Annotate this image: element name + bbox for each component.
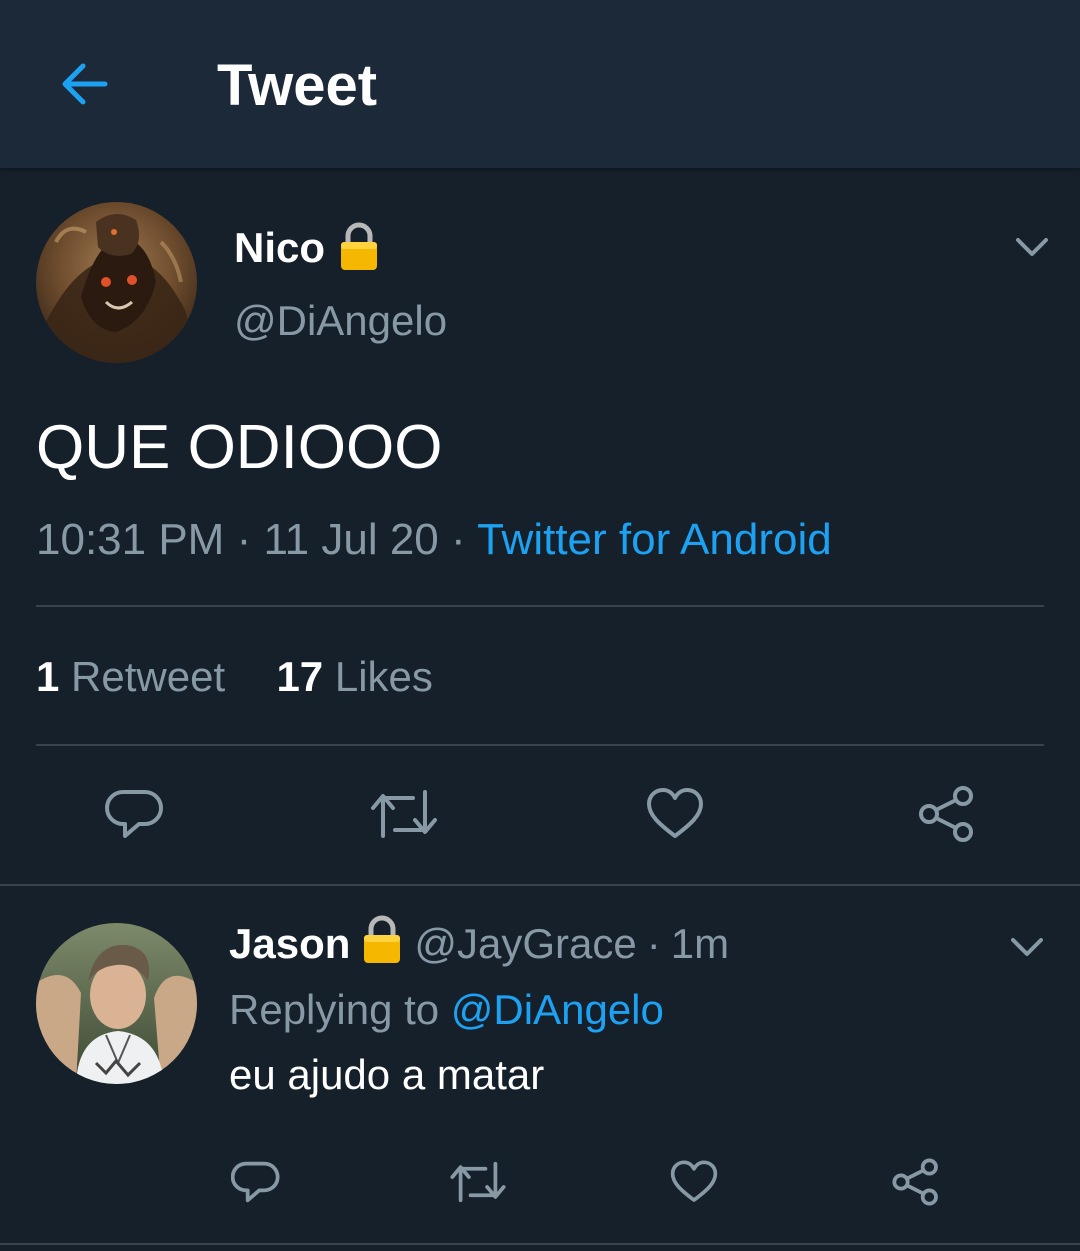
tweet-stats: 1 Retweet 17 Likes — [36, 652, 433, 702]
retweet-icon — [371, 790, 437, 838]
likes-stat[interactable]: 17 Likes — [276, 653, 432, 700]
chevron-down-icon — [1011, 938, 1043, 956]
chevron-down-icon — [1016, 238, 1048, 256]
share-icon — [892, 1158, 938, 1206]
retweet-count: 1 — [36, 653, 60, 700]
author-name-row: Nico — [234, 222, 379, 274]
share-icon — [919, 786, 973, 842]
divider — [0, 1243, 1080, 1245]
retweet-stat[interactable]: 1 Retweet — [36, 653, 237, 700]
page-title: Tweet — [217, 53, 378, 118]
divider — [36, 744, 1044, 746]
author-display-name[interactable]: Nico — [234, 224, 325, 272]
reply-age: 1m — [670, 920, 730, 967]
like-button[interactable] — [640, 782, 710, 846]
replying-to: Replying to @DiAngelo — [229, 985, 664, 1035]
reply-display-name[interactable]: Jason — [229, 920, 350, 968]
reply-button[interactable] — [100, 782, 170, 846]
avatar[interactable] — [36, 923, 197, 1084]
replying-to-link[interactable]: @DiAngelo — [451, 986, 664, 1033]
divider — [0, 884, 1080, 886]
share-button[interactable] — [912, 782, 982, 846]
reply-separator: · — [646, 920, 661, 967]
reply-button[interactable] — [228, 1155, 284, 1209]
replying-to-label: Replying to — [229, 986, 440, 1033]
share-button[interactable] — [888, 1155, 944, 1209]
meta-separator: · — [451, 515, 466, 564]
tweet-time: 10:31 PM — [36, 515, 225, 564]
lock-icon — [362, 913, 402, 975]
avatar[interactable] — [36, 202, 197, 363]
reply-options-button[interactable] — [1005, 925, 1049, 969]
like-label: Likes — [334, 653, 433, 700]
like-count: 17 — [276, 653, 324, 700]
heart-icon — [647, 788, 703, 838]
retweet-button[interactable] — [448, 1155, 508, 1209]
tweet-meta: 10:31 PM · 11 Jul 20 · Twitter for Andro… — [36, 513, 832, 567]
retweet-button[interactable] — [368, 782, 440, 846]
back-button[interactable] — [56, 56, 112, 112]
reply-handle[interactable]: @JayGrace — [414, 920, 636, 968]
retweet-label: Retweet — [71, 653, 226, 700]
retweet-icon — [450, 1161, 506, 1203]
tweet-options-button[interactable] — [1010, 225, 1054, 269]
top-bar: Tweet — [0, 0, 1080, 168]
arrow-left-icon — [62, 63, 108, 105]
like-button[interactable] — [666, 1155, 722, 1209]
reply-icon — [105, 790, 163, 838]
meta-separator: · — [236, 515, 252, 564]
reply-icon — [231, 1161, 280, 1203]
author-handle[interactable]: @DiAngelo — [234, 296, 447, 346]
reply-text: eu ajudo a matar — [229, 1051, 545, 1098]
tweet-text: QUE ODIOOO — [36, 413, 443, 482]
divider — [36, 605, 1044, 607]
reply-name-row: Jason @JayGrace · 1m — [229, 915, 730, 970]
lock-icon — [339, 220, 379, 277]
tweet-source-link[interactable]: Twitter for Android — [477, 515, 832, 564]
tweet-date: 11 Jul 20 — [263, 515, 439, 564]
heart-icon — [670, 1160, 718, 1202]
